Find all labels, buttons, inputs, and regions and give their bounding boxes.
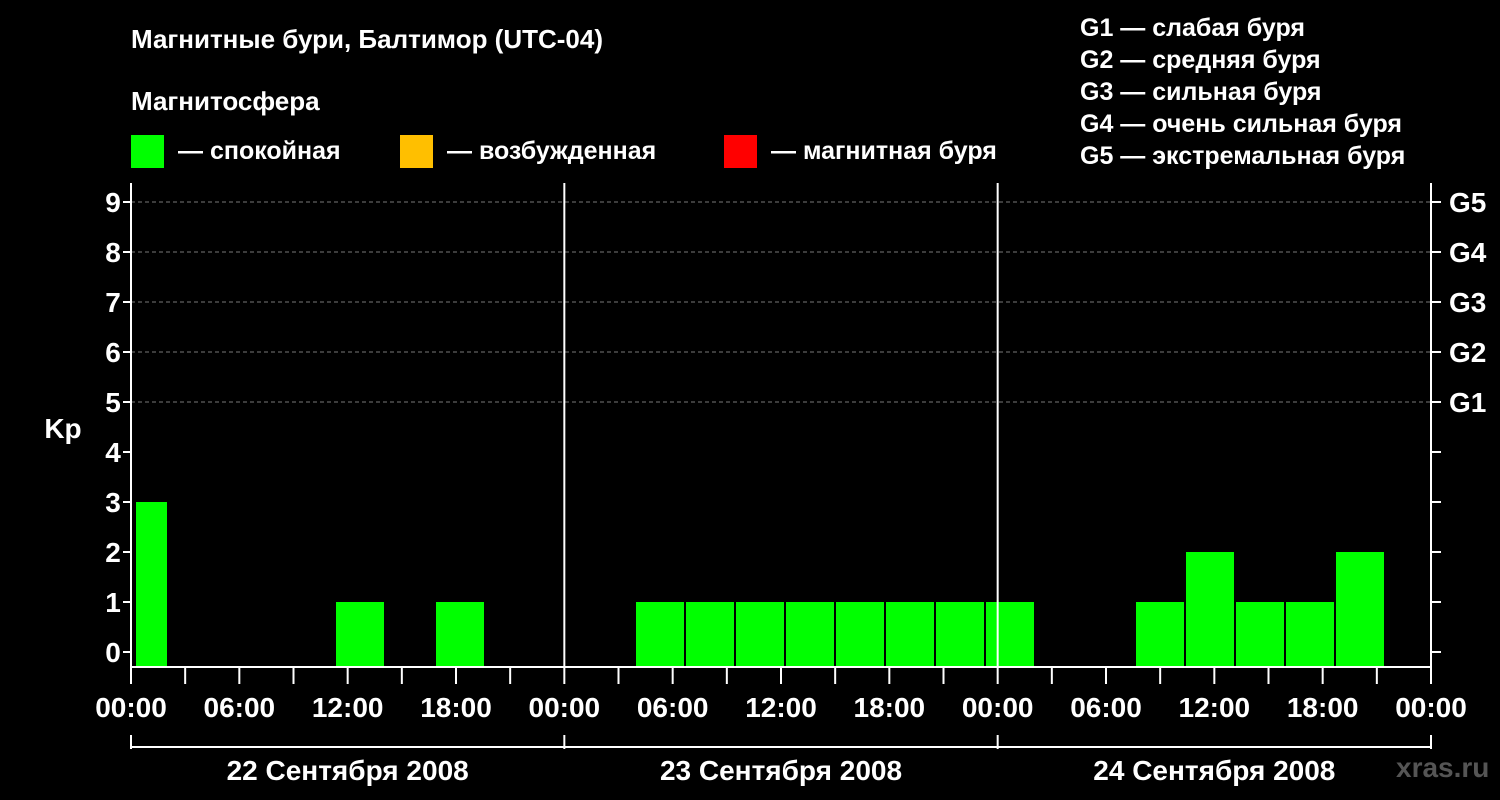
kp-bar [136, 502, 167, 667]
y-tick-label: 4 [105, 437, 121, 468]
kp-bar [1336, 552, 1384, 667]
y-tick-label: 3 [105, 487, 121, 518]
x-tick-label: 12:00 [1179, 692, 1251, 723]
x-tick-label: 06:00 [637, 692, 709, 723]
watermark: xras.ru [1396, 752, 1490, 783]
kp-bar [436, 602, 484, 667]
x-tick-label: 18:00 [1287, 692, 1359, 723]
x-tick-label: 12:00 [745, 692, 817, 723]
x-tick-label: 12:00 [312, 692, 384, 723]
y-tick-label: 0 [105, 637, 121, 668]
x-tick-label: 00:00 [95, 692, 167, 723]
x-tick-label: 00:00 [962, 692, 1034, 723]
y-axis-label: Kp [44, 413, 81, 444]
kp-bar [936, 602, 984, 667]
storm-level-label: G2 [1449, 337, 1486, 368]
storm-level-label: G5 [1449, 187, 1486, 218]
kp-bar [736, 602, 784, 667]
kp-bar [786, 602, 834, 667]
y-tick-label: 8 [105, 237, 121, 268]
kp-bar [336, 602, 384, 667]
kp-bar-chart: 0 1 2 3 4 5 6 7 8 9 G1 G2 G3 G4 G5 Kp 00:00 06:00 12:00 18:… [44, 183, 1487, 786]
kp-bar [886, 602, 934, 667]
y-tick-label: 7 [105, 287, 121, 318]
y-tick-label: 6 [105, 337, 121, 368]
storm-level-label: G1 [1449, 387, 1486, 418]
x-tick-label: 06:00 [1070, 692, 1142, 723]
storm-level-label: G3 [1449, 287, 1486, 318]
date-label: 22 Сентября 2008 [227, 755, 469, 786]
date-label: 23 Сентября 2008 [660, 755, 902, 786]
kp-bar [1286, 602, 1334, 667]
kp-bar [1136, 602, 1184, 667]
x-tick-label: 00:00 [1395, 692, 1467, 723]
x-tick-label: 18:00 [854, 692, 926, 723]
storm-level-label: G4 [1449, 237, 1487, 268]
kp-bar [836, 602, 884, 667]
y-tick-label: 5 [105, 387, 121, 418]
x-tick-label: 06:00 [204, 692, 276, 723]
y-tick-label: 2 [105, 537, 121, 568]
x-tick-label: 00:00 [529, 692, 601, 723]
x-tick-label: 18:00 [420, 692, 492, 723]
y-tick-label: 9 [105, 187, 121, 218]
kp-bar [986, 602, 1034, 667]
kp-bar [636, 602, 684, 667]
date-label: 24 Сентября 2008 [1093, 755, 1335, 786]
kp-bar [1236, 602, 1284, 667]
y-tick-label: 1 [105, 587, 121, 618]
kp-bar [686, 602, 734, 667]
kp-bar [1186, 552, 1234, 667]
